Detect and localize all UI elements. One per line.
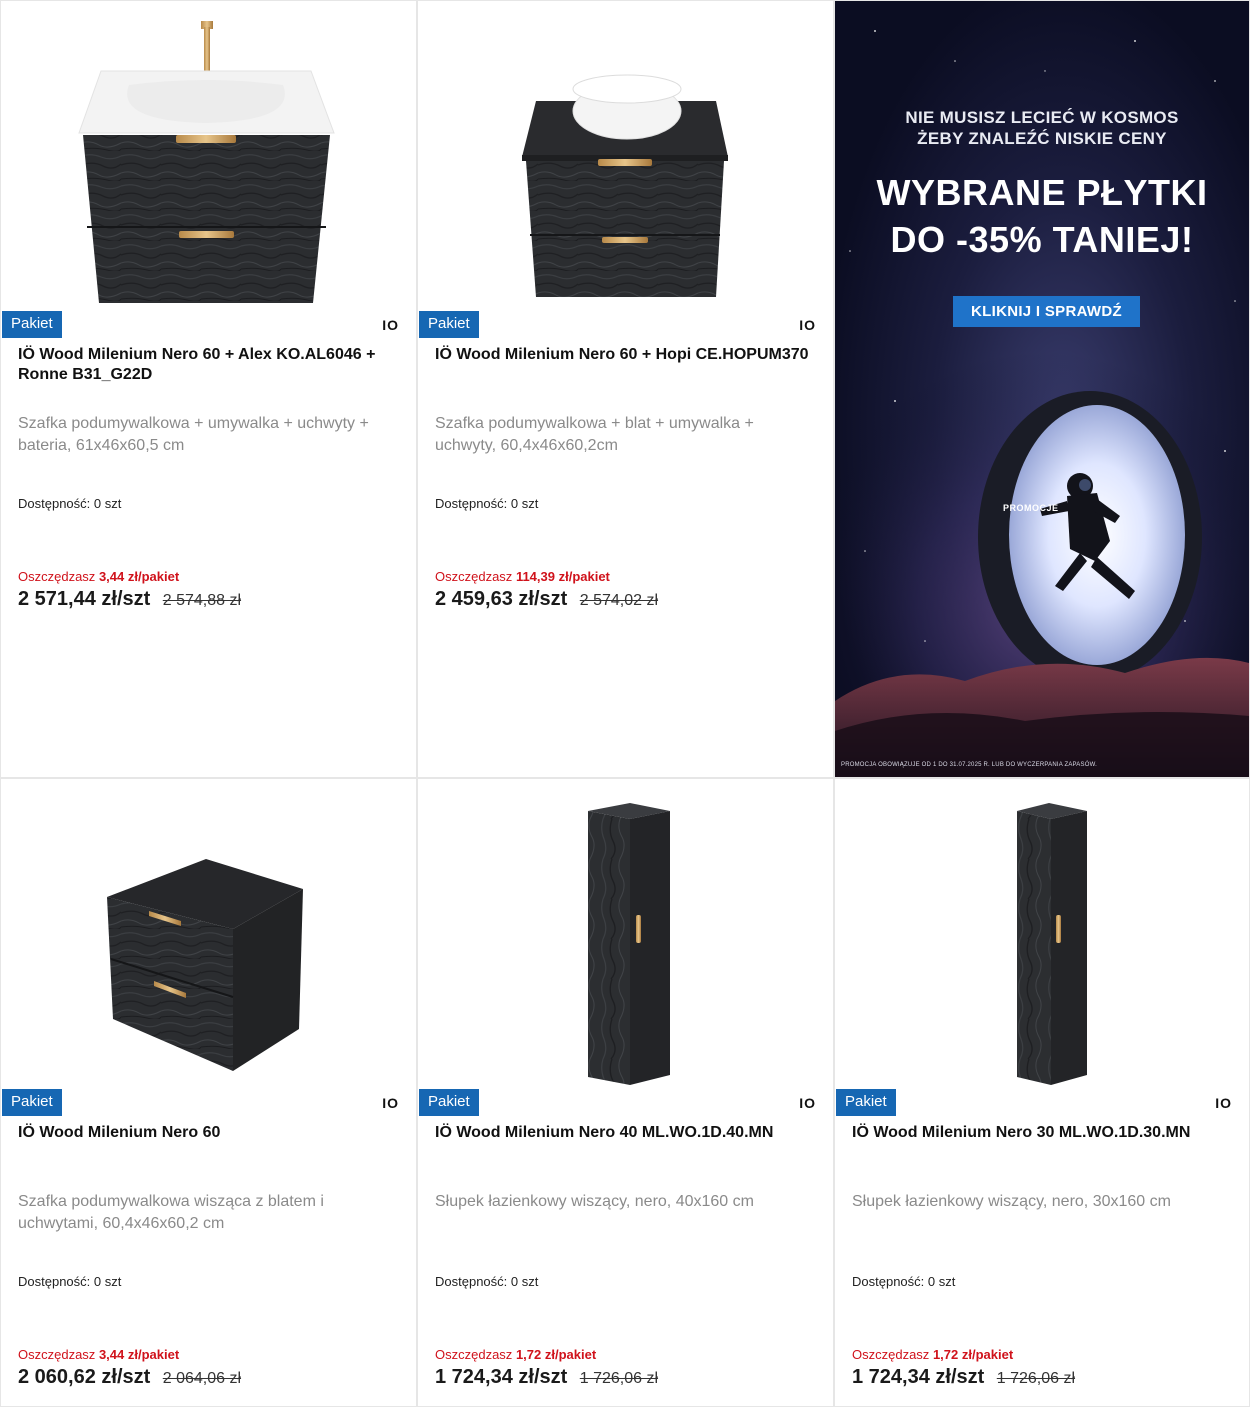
product-image[interactable] xyxy=(835,779,1249,1089)
savings-label: Oszczędzasz xyxy=(18,569,96,584)
availability: Dostępność: 0 szt xyxy=(435,496,539,511)
savings-label: Oszczędzasz xyxy=(18,1347,96,1362)
savings-label: Oszczędzasz xyxy=(435,1347,513,1362)
product-card[interactable]: Pakiet IO IÖ Wood Milenium Nero 60 + Hop… xyxy=(417,0,834,778)
brand-logo: IO xyxy=(382,317,399,333)
product-description: Słupek łazienkowy wiszący, nero, 30x160 … xyxy=(852,1193,1171,1210)
brand-logo: IO xyxy=(799,1095,816,1111)
product-title[interactable]: IÖ Wood Milenium Nero 60 + Alex KO.AL604… xyxy=(18,345,402,385)
availability: Dostępność: 0 szt xyxy=(18,1274,122,1289)
brand-logo: IO xyxy=(382,1095,399,1111)
product-title[interactable]: IÖ Wood Milenium Nero 60 + Hopi CE.HOPUM… xyxy=(435,345,819,365)
product-image[interactable] xyxy=(418,779,833,1089)
old-price: 1 726,06 zł xyxy=(996,1370,1076,1387)
price: 1 724,34 zł/szt xyxy=(852,1366,985,1388)
old-price: 2 574,02 zł xyxy=(579,592,659,609)
package-badge: Pakiet xyxy=(836,1089,896,1116)
price: 1 724,34 zł/szt xyxy=(435,1366,568,1388)
banner-subheadline: NIE MUSISZ LECIEĆ W KOSMOS ŻEBY ZNALEŹĆ … xyxy=(905,108,1179,148)
banner-footnote: PROMOCJA OBOWIĄZUJE OD 1 DO 31.07.2025 R… xyxy=(841,762,1097,768)
product-title[interactable]: IÖ Wood Milenium Nero 40 ML.WO.1D.40.MN xyxy=(435,1123,819,1143)
availability: Dostępność: 0 szt xyxy=(852,1274,956,1289)
product-description: Szafka podumywalkowa + blat + umywalka +… xyxy=(435,415,754,454)
product-image[interactable] xyxy=(1,1,416,311)
product-card[interactable]: Pakiet IO IÖ Wood Milenium Nero 60 + Ale… xyxy=(0,0,417,778)
price-row: 2 571,44 zł/szt 2 574,88 zł xyxy=(18,588,241,611)
savings: Oszczędzasz 3,44 zł/pakiet xyxy=(18,1347,179,1362)
product-image[interactable] xyxy=(418,1,833,311)
price: 2 571,44 zł/szt xyxy=(18,588,151,610)
price-row: 1 724,34 zł/szt 1 726,06 zł xyxy=(852,1366,1075,1389)
product-card[interactable]: Pakiet IO IÖ Wood Milenium Nero 30 ML.WO… xyxy=(834,778,1250,1407)
brand-logo: IO xyxy=(1215,1095,1232,1111)
product-title[interactable]: IÖ Wood Milenium Nero 30 ML.WO.1D.30.MN xyxy=(852,1123,1235,1143)
price-row: 1 724,34 zł/szt 1 726,06 zł xyxy=(435,1366,658,1389)
package-badge: Pakiet xyxy=(419,1089,479,1116)
savings-value: 1,72 zł/pakiet xyxy=(932,1347,1014,1362)
savings: Oszczędzasz 3,44 zł/pakiet xyxy=(18,569,179,584)
brand-logo: IO xyxy=(799,317,816,333)
savings: Oszczędzasz 1,72 zł/pakiet xyxy=(852,1347,1013,1362)
banner-promo-tag: PROMOCJE xyxy=(1003,503,1059,513)
banner-cta-button[interactable]: KLIKNIJ I SPRAWDŹ xyxy=(953,296,1140,327)
banner-headline: WYBRANE PŁYTKI DO -35% TANIEJ! xyxy=(876,172,1208,260)
old-price: 1 726,06 zł xyxy=(579,1370,659,1387)
product-title[interactable]: IÖ Wood Milenium Nero 60 xyxy=(18,1123,402,1143)
product-card[interactable]: Pakiet IO IÖ Wood Milenium Nero 60 Szafk… xyxy=(0,778,417,1407)
savings-label: Oszczędzasz xyxy=(852,1347,930,1362)
product-description: Słupek łazienkowy wiszący, nero, 40x160 … xyxy=(435,1193,754,1210)
product-description: Szafka podumywalkowa wisząca z blatem i … xyxy=(18,1193,324,1232)
savings: Oszczędzasz 114,39 zł/pakiet xyxy=(435,569,610,584)
price-row: 2 459,63 zł/szt 2 574,02 zł xyxy=(435,588,658,611)
savings: Oszczędzasz 1,72 zł/pakiet xyxy=(435,1347,596,1362)
price: 2 459,63 zł/szt xyxy=(435,588,568,610)
package-badge: Pakiet xyxy=(2,311,62,338)
price: 2 060,62 zł/szt xyxy=(18,1366,151,1388)
package-badge: Pakiet xyxy=(2,1089,62,1116)
savings-value: 1,72 zł/pakiet xyxy=(515,1347,597,1362)
availability: Dostępność: 0 szt xyxy=(18,496,122,511)
savings-value: 3,44 zł/pakiet xyxy=(98,569,180,584)
price-row: 2 060,62 zł/szt 2 064,06 zł xyxy=(18,1366,241,1389)
savings-label: Oszczędzasz xyxy=(435,569,513,584)
product-card[interactable]: Pakiet IO IÖ Wood Milenium Nero 40 ML.WO… xyxy=(417,778,834,1407)
old-price: 2 064,06 zł xyxy=(162,1370,242,1387)
availability: Dostępność: 0 szt xyxy=(435,1274,539,1289)
product-image[interactable] xyxy=(1,779,416,1089)
savings-value: 3,44 zł/pakiet xyxy=(98,1347,180,1362)
product-description: Szafka podumywalkowa + umywalka + uchwyt… xyxy=(18,415,369,454)
promo-banner[interactable]: NIE MUSISZ LECIEĆ W KOSMOS ŻEBY ZNALEŹĆ … xyxy=(834,0,1250,778)
savings-value: 114,39 zł/pakiet xyxy=(515,569,610,584)
old-price: 2 574,88 zł xyxy=(162,592,242,609)
package-badge: Pakiet xyxy=(419,311,479,338)
